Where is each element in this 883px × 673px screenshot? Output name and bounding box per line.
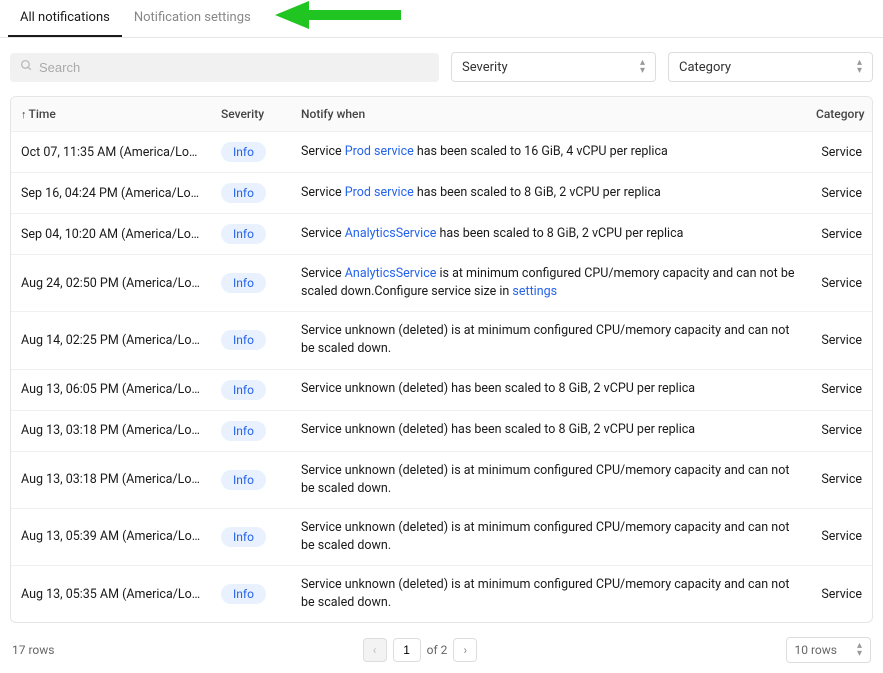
cell-message: Service unknown (deleted) is at minimum …	[291, 452, 806, 508]
table-row: Aug 24, 02:50 PM (America/Los_... Info Ser…	[11, 255, 872, 312]
chevron-left-icon: ‹	[373, 643, 377, 657]
cell-time: Aug 13, 05:35 AM (America/Los_...	[11, 577, 211, 612]
table-header: ↑Time Severity Notify when Category	[11, 97, 872, 132]
table-row: Aug 13, 03:18 PM (America/Los_... Info Ser…	[11, 411, 872, 452]
cell-category: Service	[806, 323, 872, 358]
rows-per-page-select[interactable]: 10 rows ▴▾	[786, 637, 872, 663]
col-header-severity[interactable]: Severity	[211, 97, 291, 131]
cell-severity: Info	[211, 460, 291, 500]
severity-badge: Info	[221, 183, 266, 203]
cell-message: Service unknown (deleted) is at minimum …	[291, 312, 806, 368]
severity-badge: Info	[221, 142, 266, 162]
cell-category: Service	[806, 413, 872, 448]
cell-severity: Info	[211, 411, 291, 451]
cell-time: Aug 13, 03:18 PM (America/Los_...	[11, 413, 211, 448]
severity-badge: Info	[221, 527, 266, 547]
pager: ‹ of 2 ›	[363, 638, 478, 662]
sort-asc-icon: ↑	[21, 108, 27, 121]
cell-severity: Info	[211, 214, 291, 254]
severity-badge: Info	[221, 584, 266, 604]
table-row: Aug 13, 06:05 PM (America/Los_... Info Ser…	[11, 370, 872, 411]
severity-select[interactable]: Severity ▴▾	[451, 52, 656, 82]
table-row: Aug 13, 05:39 AM (America/Los_... Info Ser…	[11, 509, 872, 566]
cell-category: Service	[806, 135, 872, 170]
cell-category: Service	[806, 462, 872, 497]
pager-prev-button[interactable]: ‹	[363, 638, 387, 662]
col-header-notify[interactable]: Notify when	[291, 97, 806, 131]
cell-severity: Info	[211, 574, 291, 614]
table-row: Aug 13, 05:35 AM (America/Los_... Info Ser…	[11, 566, 872, 622]
chevron-updown-icon: ▴▾	[857, 59, 862, 75]
cell-severity: Info	[211, 370, 291, 410]
table-row: Sep 04, 10:20 AM (America/Los_... Info Ser…	[11, 214, 872, 255]
severity-label: Severity	[462, 60, 508, 75]
table-row: Aug 14, 02:25 PM (America/Los_... Info Ser…	[11, 312, 872, 369]
tab-notification-settings[interactable]: Notification settings	[122, 0, 263, 37]
search-input[interactable]	[39, 60, 429, 75]
cell-category: Service	[806, 217, 872, 252]
cell-severity: Info	[211, 132, 291, 172]
cell-severity: Info	[211, 517, 291, 557]
table-body: Oct 07, 11:35 AM (America/Los_... Info Ser…	[11, 132, 872, 622]
settings-link[interactable]: settings	[512, 284, 557, 299]
severity-badge: Info	[221, 421, 266, 441]
severity-badge: Info	[221, 330, 266, 350]
table-row: Sep 16, 04:24 PM (America/Los_... Info Ser…	[11, 173, 872, 214]
table-row: Aug 13, 03:18 PM (America/Los_... Info Ser…	[11, 452, 872, 509]
service-link[interactable]: AnalyticsService	[345, 266, 437, 281]
search-icon	[20, 59, 33, 76]
chevron-updown-icon: ▴▾	[857, 642, 862, 658]
cell-category: Service	[806, 577, 872, 612]
cell-time: Sep 04, 10:20 AM (America/Los_...	[11, 217, 211, 252]
category-select[interactable]: Category ▴▾	[668, 52, 873, 82]
row-count: 17 rows	[12, 643, 54, 657]
severity-badge: Info	[221, 380, 266, 400]
cell-severity: Info	[211, 320, 291, 360]
cell-time: Aug 13, 03:18 PM (America/Los_...	[11, 462, 211, 497]
cell-message: Service AnalyticsService is at minimum c…	[291, 255, 806, 311]
cell-category: Service	[806, 176, 872, 211]
cell-severity: Info	[211, 173, 291, 213]
cell-message: Service unknown (deleted) has been scale…	[291, 411, 806, 449]
cell-message: Service AnalyticsService has been scaled…	[291, 215, 806, 253]
cell-message: Service Prod service has been scaled to …	[291, 133, 806, 171]
cell-time: Sep 16, 04:24 PM (America/Los_...	[11, 176, 211, 211]
severity-badge: Info	[221, 224, 266, 244]
cell-time: Aug 13, 05:39 AM (America/Los_...	[11, 519, 211, 554]
cell-severity: Info	[211, 263, 291, 303]
controls-row: Severity ▴▾ Category ▴▾	[0, 38, 883, 96]
col-header-time[interactable]: ↑Time	[11, 97, 211, 131]
cell-time: Oct 07, 11:35 AM (America/Los_...	[11, 135, 211, 170]
tab-all-notifications[interactable]: All notifications	[8, 0, 122, 37]
cell-time: Aug 13, 06:05 PM (America/Los_...	[11, 372, 211, 407]
table-footer: 17 rows ‹ of 2 › 10 rows ▴▾	[0, 623, 883, 673]
rows-per-page-label: 10 rows	[795, 643, 837, 657]
severity-badge: Info	[221, 273, 266, 293]
table-row: Oct 07, 11:35 AM (America/Los_... Info Ser…	[11, 132, 872, 173]
cell-time: Aug 24, 02:50 PM (America/Los_...	[11, 266, 211, 301]
notifications-table: ↑Time Severity Notify when Category Oct …	[10, 96, 873, 623]
cell-message: Service Prod service has been scaled to …	[291, 174, 806, 212]
pager-next-button[interactable]: ›	[453, 638, 477, 662]
service-link[interactable]: Prod service	[345, 144, 414, 159]
pager-page-input[interactable]	[393, 638, 421, 662]
severity-badge: Info	[221, 470, 266, 490]
cell-message: Service unknown (deleted) is at minimum …	[291, 509, 806, 565]
col-header-category[interactable]: Category	[806, 97, 872, 131]
pager-of-label: of 2	[427, 643, 448, 657]
cell-message: Service unknown (deleted) is at minimum …	[291, 566, 806, 622]
category-label: Category	[679, 60, 731, 75]
cell-category: Service	[806, 372, 872, 407]
tabs-bar: All notifications Notification settings	[0, 0, 883, 38]
cell-time: Aug 14, 02:25 PM (America/Los_...	[11, 323, 211, 358]
cell-message: Service unknown (deleted) has been scale…	[291, 370, 806, 408]
cell-category: Service	[806, 519, 872, 554]
service-link[interactable]: AnalyticsService	[345, 226, 437, 241]
search-box[interactable]	[10, 53, 439, 82]
chevron-right-icon: ›	[464, 643, 468, 657]
chevron-updown-icon: ▴▾	[640, 59, 645, 75]
cell-category: Service	[806, 266, 872, 301]
service-link[interactable]: Prod service	[345, 185, 414, 200]
